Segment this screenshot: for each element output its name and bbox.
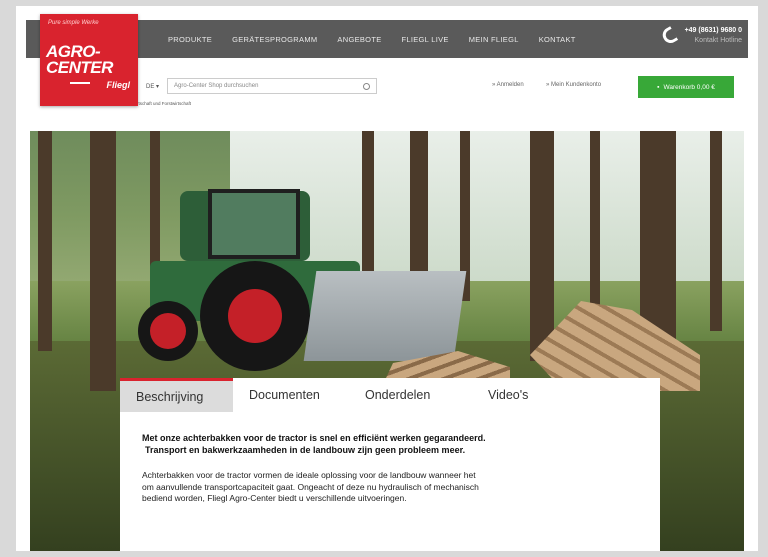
tractor-front-rim (150, 313, 186, 349)
tab-videos[interactable]: Video's (472, 378, 544, 412)
tab-beschrijving[interactable]: Beschrijving (120, 378, 233, 412)
nav-item-fliegl-live[interactable]: Fliegl Live (392, 35, 459, 44)
agro-center-logo[interactable]: Pure simple Werke AGRO- CENTER Fliegl (40, 14, 138, 106)
logo-tagline: Pure simple Werke (48, 20, 99, 26)
nav-item-geraeteprogramm[interactable]: Gerätesprogramm (222, 35, 327, 44)
tab-bar: Beschrijving Documenten Onderdelen Video… (120, 378, 660, 412)
search-row: DE ▾ Agro-Center Shop durchsuchen (146, 78, 378, 94)
product-tab-panel: Beschrijving Documenten Onderdelen Video… (120, 378, 660, 551)
nav-item-produkte[interactable]: Produkte (158, 35, 222, 44)
phone-number: +49 (8631) 9680 0 (684, 27, 742, 34)
logo-wordmark: AGRO- CENTER (46, 42, 113, 77)
hotline-label: Kontakt Hotline (694, 37, 742, 44)
lead-text: Met onze achterbakken voor de tractor is… (142, 433, 486, 455)
nav-item-angebote[interactable]: Angebote (327, 35, 391, 44)
search-icon[interactable] (363, 82, 371, 90)
phone-icon (659, 26, 678, 46)
nav-item-kontakt[interactable]: Kontakt (529, 35, 586, 44)
logo-swoosh (70, 82, 90, 84)
tractor-rear-rim (228, 289, 282, 343)
tab-onderdelen[interactable]: Onderdelen (349, 378, 472, 412)
contact-hotline[interactable]: +49 (8631) 9680 0 Kontakt Hotline (659, 26, 742, 46)
cart-button[interactable]: ▪ Warenkorb 0,00 € (638, 76, 734, 98)
nav-item-mein-fliegl[interactable]: Mein Fliegl (459, 35, 529, 44)
tab-documenten[interactable]: Documenten (233, 378, 349, 412)
search-input[interactable]: Agro-Center Shop durchsuchen (167, 78, 378, 94)
cart-icon: ▪ (657, 83, 660, 91)
main-nav: Produkte Gerätesprogramm Angebote Fliegl… (158, 20, 586, 58)
page-frame: Produkte Gerätesprogramm Angebote Fliegl… (16, 6, 758, 551)
language-select[interactable]: DE ▾ (146, 83, 159, 90)
cart-label: Warenkorb 0,00 € (663, 83, 715, 91)
rear-bucket (303, 271, 467, 361)
login-link[interactable]: » Anmelden (492, 82, 524, 88)
body-text: Achterbakken voor de tractor vormen de i… (142, 470, 479, 503)
account-link[interactable]: » Mein Kundenkonto (546, 82, 601, 88)
search-placeholder: Agro-Center Shop durchsuchen (174, 83, 259, 89)
tractor-cab (208, 189, 300, 259)
tab-content: Met onze achterbakken voor de tractor is… (120, 412, 660, 505)
logo-fliegl: Fliegl (106, 80, 130, 90)
